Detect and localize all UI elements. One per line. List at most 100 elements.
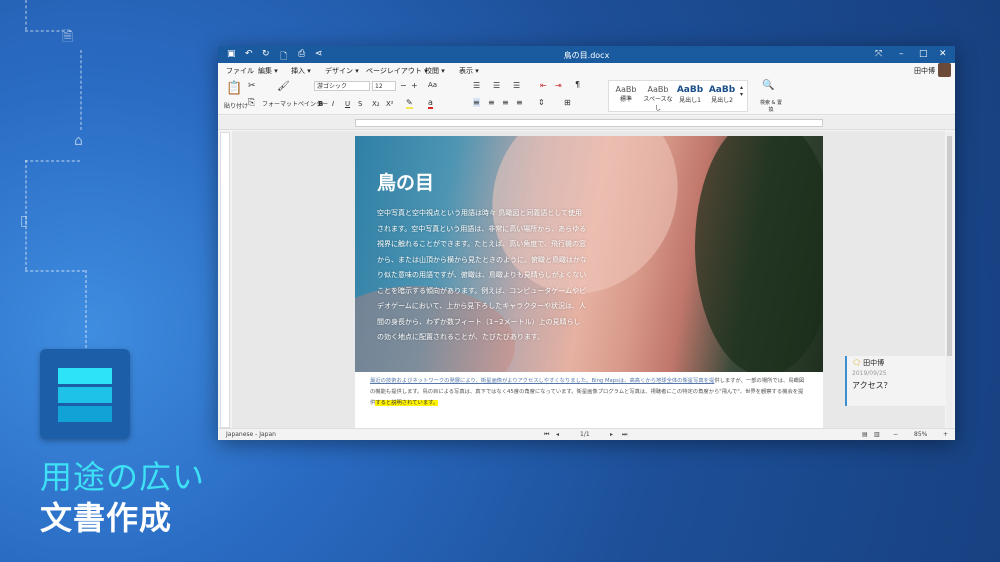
document-icon: 🗎 <box>62 29 74 45</box>
menu-view[interactable]: 表示 ▾ <box>459 66 479 76</box>
superscript-button[interactable]: X² <box>386 100 394 108</box>
zoom-in-button[interactable]: + <box>943 431 948 438</box>
file-icon: ⌂ <box>74 133 83 149</box>
strikethrough-button[interactable]: S <box>358 100 362 108</box>
style-no-spacing[interactable]: AaBb スペースなし <box>643 85 673 112</box>
status-bar: Japanese - Japan ⏮ ◂ 1/1 ▸ ⏭ ▤ ▥ − 85% + <box>218 428 955 440</box>
bullet-list-icon[interactable]: ☰ <box>473 81 480 90</box>
vertical-ruler[interactable] <box>220 132 230 428</box>
page-indicator: 1/1 <box>580 431 590 438</box>
zoom-out-button[interactable]: − <box>893 431 898 438</box>
fullscreen-icon[interactable]: ⤧ <box>875 49 882 59</box>
minimize-button[interactable]: – <box>899 49 904 59</box>
aerial-photo: 鳥の目 空中写真と空中視点という用語は時々 鳥瞰図と同義語として使用されます。空… <box>355 136 823 372</box>
subscript-button[interactable]: X₂ <box>372 100 380 108</box>
menu-file[interactable]: ファイル <box>226 66 254 76</box>
style-heading2[interactable]: AaBb 見出し2 <box>707 85 737 104</box>
close-button[interactable]: ✕ <box>939 49 947 59</box>
menu-design[interactable]: デザイン ▾ <box>325 66 359 76</box>
app-window: ▣ ↶ ↻ 🗋 ⎙ ⋖ 鳥の目.docx ⤧ – □ ✕ ファイル 編集 ▾ 挿… <box>218 46 955 440</box>
window-title: 鳥の目.docx <box>563 51 610 60</box>
title-bar: ▣ ↶ ↻ 🗋 ⎙ ⋖ 鳥の目.docx ⤧ – □ ✕ <box>218 46 955 63</box>
last-page-icon[interactable]: ⏭ <box>622 431 627 439</box>
comment-card[interactable]: 🗨 田中博 2019/09/25 アクセス？ <box>845 356 945 406</box>
underlined-text: 最近の技術およびネットワークの発展により、衛星画像がよりアクセスしやすくなりまし… <box>370 378 715 384</box>
outdent-icon[interactable]: ⇥ <box>555 81 562 90</box>
pilcrow-icon[interactable]: ¶ <box>575 80 580 89</box>
decor-line <box>25 160 80 162</box>
decor-line <box>25 270 85 272</box>
document-page[interactable]: 鳥の目 空中写真と空中視点という用語は時々 鳥瞰図と同義語として使用されます。空… <box>355 136 823 428</box>
tagline-line1: 用途の広い <box>40 458 206 496</box>
avatar[interactable] <box>938 63 951 77</box>
bold-button[interactable]: B <box>318 100 323 108</box>
search-icon[interactable]: 🔍 <box>762 80 774 91</box>
style-name: 見出し1 <box>679 97 701 104</box>
indent-icon[interactable]: ⇤ <box>540 81 547 90</box>
change-case-button[interactable]: Aa <box>428 81 437 89</box>
italic-button[interactable]: I <box>332 100 334 108</box>
decrease-font-button[interactable]: − <box>400 81 407 90</box>
menu-edit[interactable]: 編集 ▾ <box>258 66 278 76</box>
style-name: 見出し2 <box>711 97 733 104</box>
next-page-icon[interactable]: ▸ <box>610 431 613 438</box>
document-paragraph: 空中写真と空中視点という用語は時々 鳥瞰図と同義語として使用されます。空中写真と… <box>377 209 587 341</box>
highlighted-text: すると説明されています。 <box>375 400 439 406</box>
style-gallery: AaBb 標準 AaBb スペースなし AaBb 見出し1 AaBb 見出し2 ▴ ▾ <box>608 80 748 112</box>
brush-icon[interactable]: 🖌 <box>277 81 290 92</box>
numbered-list-icon[interactable]: ☰ <box>493 81 500 90</box>
comment-author: 田中博 <box>863 359 885 367</box>
maximize-button[interactable]: □ <box>919 49 928 59</box>
style-normal[interactable]: AaBb 標準 <box>611 85 641 103</box>
align-left-icon[interactable]: ≡ <box>473 98 480 107</box>
gallery-scroll-icon[interactable]: ▴ ▾ <box>740 84 743 98</box>
menu-layout[interactable]: ページレイアウト ▾ <box>366 66 428 76</box>
borders-icon[interactable]: ⊞ <box>564 98 571 107</box>
web-layout-icon[interactable]: ▥ <box>874 431 880 438</box>
document-canvas[interactable]: 鳥の目 空中写真と空中視点という用語は時々 鳥瞰図と同義語として使用されます。空… <box>232 131 945 428</box>
comment-text: アクセス？ <box>852 381 892 390</box>
ribbon: 📋 貼り付け ✂ ⎘ 🖌 フォーマットペインター 游ゴシック 12 − + Aa… <box>218 77 955 115</box>
underline-button[interactable]: U <box>345 100 350 108</box>
menu-bar: ファイル 編集 ▾ 挿入 ▾ デザイン ▾ ページレイアウト ▾ 校閲 ▾ 表示… <box>218 63 955 77</box>
menu-review[interactable]: 校閲 ▾ <box>425 66 445 76</box>
style-sample: AaBb <box>708 85 736 95</box>
copy-icon[interactable]: ⎘ <box>248 98 255 108</box>
style-sample: AaBb <box>676 85 704 95</box>
cut-icon[interactable]: ✂ <box>248 81 256 91</box>
language-indicator[interactable]: Japanese - Japan <box>226 431 276 438</box>
style-heading1[interactable]: AaBb 見出し1 <box>675 85 705 104</box>
document-heading: 鳥の目 <box>377 172 435 194</box>
style-sample: AaBb <box>615 85 637 94</box>
find-replace-button[interactable]: 検索 & 置換 <box>759 99 783 113</box>
decor-line <box>25 0 27 30</box>
font-color-icon[interactable]: a <box>428 98 433 109</box>
app-logo <box>40 349 130 439</box>
decor-line <box>80 50 82 130</box>
menu-insert[interactable]: 挿入 ▾ <box>291 66 311 76</box>
paste-button[interactable]: 貼り付け <box>224 101 248 110</box>
zoom-level: 85% <box>914 431 928 438</box>
prev-page-icon[interactable]: ◂ <box>556 431 559 438</box>
print-layout-icon[interactable]: ▤ <box>862 431 868 438</box>
comment-date: 2019/09/25 <box>852 370 887 377</box>
style-sample: AaBb <box>647 85 669 94</box>
increase-font-button[interactable]: + <box>411 81 418 90</box>
user-name: 田中博 <box>914 67 935 75</box>
vertical-scrollbar[interactable] <box>946 132 953 428</box>
paste-icon[interactable]: 📋 <box>226 81 242 96</box>
font-select[interactable]: 游ゴシック <box>314 81 370 91</box>
multilevel-list-icon[interactable]: ☰ <box>513 81 520 90</box>
line-spacing-icon[interactable]: ⇕ <box>538 98 545 107</box>
font-size-select[interactable]: 12 <box>372 81 396 91</box>
decor-line <box>85 270 87 348</box>
first-page-icon[interactable]: ⏮ <box>544 431 549 439</box>
document-text-box[interactable]: 最近の技術およびネットワークの発展により、衛星画像がよりアクセスしやすくなりまし… <box>368 372 810 428</box>
align-right-icon[interactable]: ≡ <box>502 98 509 107</box>
justify-icon[interactable]: ≡ <box>516 98 523 107</box>
mouse-icon: ▯ <box>20 213 28 229</box>
style-name: 標準 <box>619 96 632 103</box>
align-center-icon[interactable]: ≡ <box>488 98 495 107</box>
horizontal-ruler[interactable] <box>218 116 955 130</box>
highlight-icon[interactable]: ✎ <box>406 98 413 109</box>
